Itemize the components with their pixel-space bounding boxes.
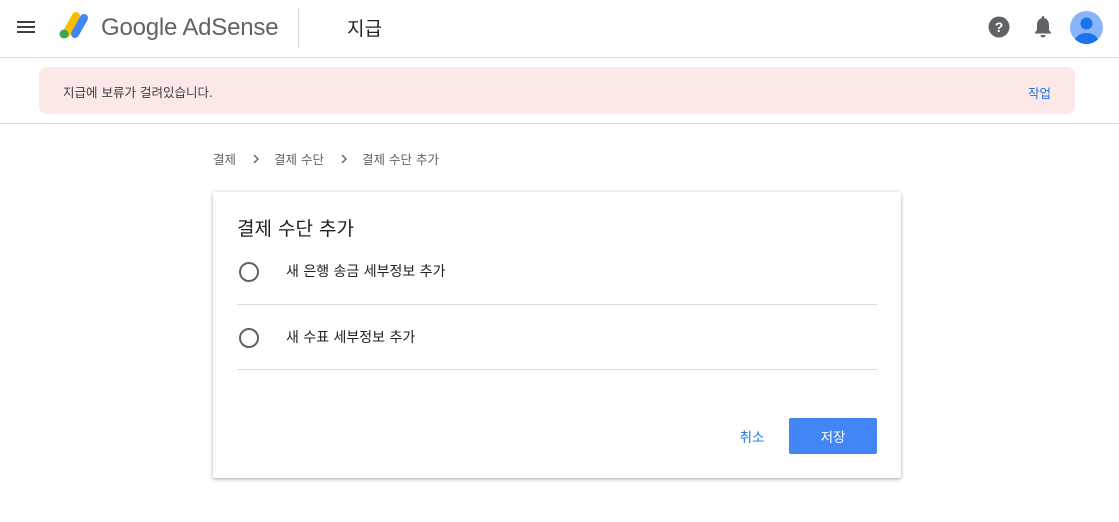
option-bank-transfer[interactable]: 새 은행 송금 세부정보 추가 bbox=[237, 249, 877, 301]
chevron-right-icon bbox=[253, 154, 260, 163]
payment-hold-alert: 지급에 보류가 걸려있습니다. 작업 bbox=[39, 67, 1075, 114]
svg-text:?: ? bbox=[995, 19, 1004, 35]
radio-button[interactable] bbox=[239, 262, 259, 282]
chevron-right-icon bbox=[341, 154, 347, 163]
option-check[interactable]: 새 수표 세부정보 추가 bbox=[237, 315, 877, 367]
adsense-logo[interactable] bbox=[56, 10, 90, 40]
breadcrumb-item-payments[interactable]: 결제 bbox=[213, 149, 236, 168]
section-divider bbox=[0, 123, 1119, 124]
alert-message: 지급에 보류가 걸려있습니다. bbox=[63, 85, 213, 100]
radio-button[interactable] bbox=[239, 328, 259, 348]
option-label: 새 수표 세부정보 추가 bbox=[286, 330, 416, 346]
page-title: 지급 bbox=[347, 18, 382, 40]
card-title: 결제 수단 추가 bbox=[237, 218, 354, 240]
breadcrumb: 결제 결제 수단 결제 수단 추가 bbox=[213, 149, 439, 168]
breadcrumb-item-payment-methods[interactable]: 결제 수단 bbox=[274, 149, 324, 168]
top-app-bar: Google AdSense 지급 ? bbox=[0, 0, 1119, 58]
bell-icon[interactable] bbox=[1032, 15, 1054, 39]
help-icon[interactable]: ? bbox=[988, 16, 1010, 38]
divider bbox=[237, 369, 877, 370]
header-divider bbox=[298, 7, 299, 47]
add-payment-method-card: 결제 수단 추가 새 은행 송금 세부정보 추가 새 수표 세부정보 추가 취소… bbox=[213, 192, 901, 478]
save-button[interactable]: 저장 bbox=[789, 418, 877, 454]
menu-icon[interactable] bbox=[12, 13, 40, 41]
brand-name[interactable]: Google AdSense bbox=[101, 14, 279, 42]
avatar[interactable] bbox=[1070, 11, 1103, 44]
cancel-button[interactable]: 취소 bbox=[728, 418, 776, 454]
breadcrumb-item-add-payment-method: 결제 수단 추가 bbox=[362, 152, 439, 167]
option-label: 새 은행 송금 세부정보 추가 bbox=[286, 264, 446, 280]
divider bbox=[237, 304, 877, 305]
alert-action-link[interactable]: 작업 bbox=[1028, 83, 1051, 102]
